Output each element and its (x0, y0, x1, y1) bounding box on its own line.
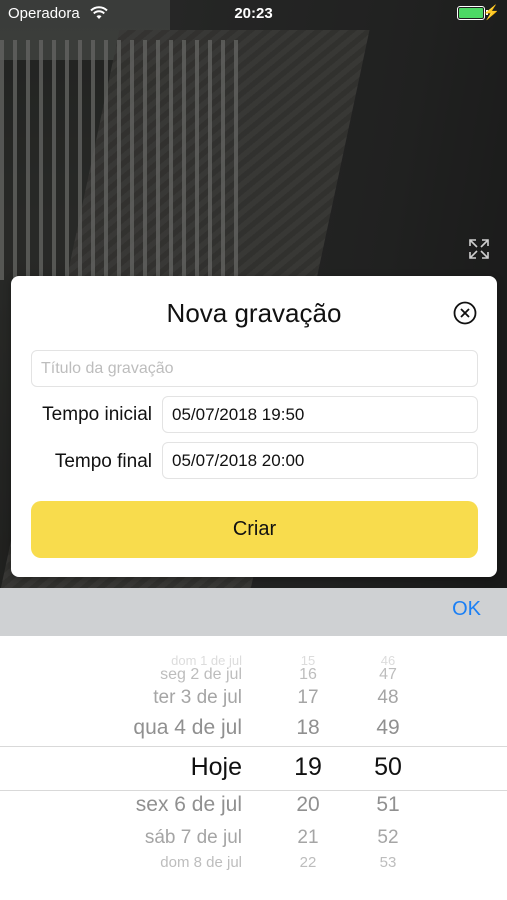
picker-day[interactable]: ter 3 de jul (153, 687, 242, 709)
clock: 20:23 (234, 5, 273, 22)
charging-icon: ⚡ (482, 4, 500, 20)
end-time-label: Tempo final (54, 451, 152, 472)
picker-hour[interactable]: 21 (280, 827, 336, 849)
picker-row[interactable]: ter 3 de jul 17 48 (0, 687, 507, 717)
picker-hour[interactable]: 17 (280, 687, 336, 709)
date-time-picker[interactable]: dom 1 de jul 15 46 seg 2 de jul 16 47 te… (0, 636, 507, 900)
fullscreen-icon[interactable] (468, 238, 490, 260)
picker-day[interactable]: dom 8 de jul (160, 854, 242, 871)
picker-hour[interactable]: 16 (280, 666, 336, 684)
picker-row[interactable]: sáb 7 de jul 21 52 (0, 827, 507, 857)
picker-minute[interactable]: 51 (360, 793, 416, 817)
close-icon[interactable] (453, 301, 477, 325)
picker-hour[interactable]: 22 (280, 854, 336, 871)
picker-day[interactable]: qua 4 de jul (133, 716, 242, 740)
picker-row[interactable]: dom 8 de jul 22 53 (0, 854, 507, 884)
picker-minute[interactable]: 53 (360, 854, 416, 871)
status-bar: Operadora 20:23 ⚡ (0, 0, 507, 28)
start-time-label: Tempo inicial (42, 404, 152, 425)
picker-minute[interactable]: 49 (360, 716, 416, 740)
start-time-field[interactable]: 05/07/2018 19:50 (162, 396, 478, 433)
new-recording-dialog: Nova gravação Título da gravação Tempo i… (11, 276, 497, 577)
battery-icon (457, 6, 488, 20)
picker-row[interactable]: qua 4 de jul 18 49 (0, 716, 507, 746)
picker-hour[interactable]: 19 (280, 753, 336, 782)
create-button[interactable]: Criar (31, 501, 478, 558)
picker-minute[interactable]: 47 (360, 666, 416, 684)
picker-minute[interactable]: 50 (360, 753, 416, 782)
dialog-title: Nova gravação (166, 298, 342, 328)
picker-day[interactable]: sex 6 de jul (136, 793, 242, 817)
ok-button[interactable]: OK (452, 598, 481, 621)
picker-day[interactable]: sáb 7 de jul (145, 827, 242, 849)
picker-toolbar: OK (0, 588, 507, 636)
recording-title-input[interactable]: Título da gravação (31, 350, 478, 387)
picker-row-selected[interactable]: Hoje 19 50 (0, 753, 507, 783)
picker-day[interactable]: seg 2 de jul (160, 666, 242, 684)
picker-hour[interactable]: 20 (280, 793, 336, 817)
picker-minute[interactable]: 52 (360, 827, 416, 849)
picker-hour[interactable]: 18 (280, 716, 336, 740)
end-time-field[interactable]: 05/07/2018 20:00 (162, 442, 478, 479)
picker-minute[interactable]: 48 (360, 687, 416, 709)
picker-row[interactable]: sex 6 de jul 20 51 (0, 793, 507, 823)
picker-day[interactable]: Hoje (191, 753, 242, 782)
